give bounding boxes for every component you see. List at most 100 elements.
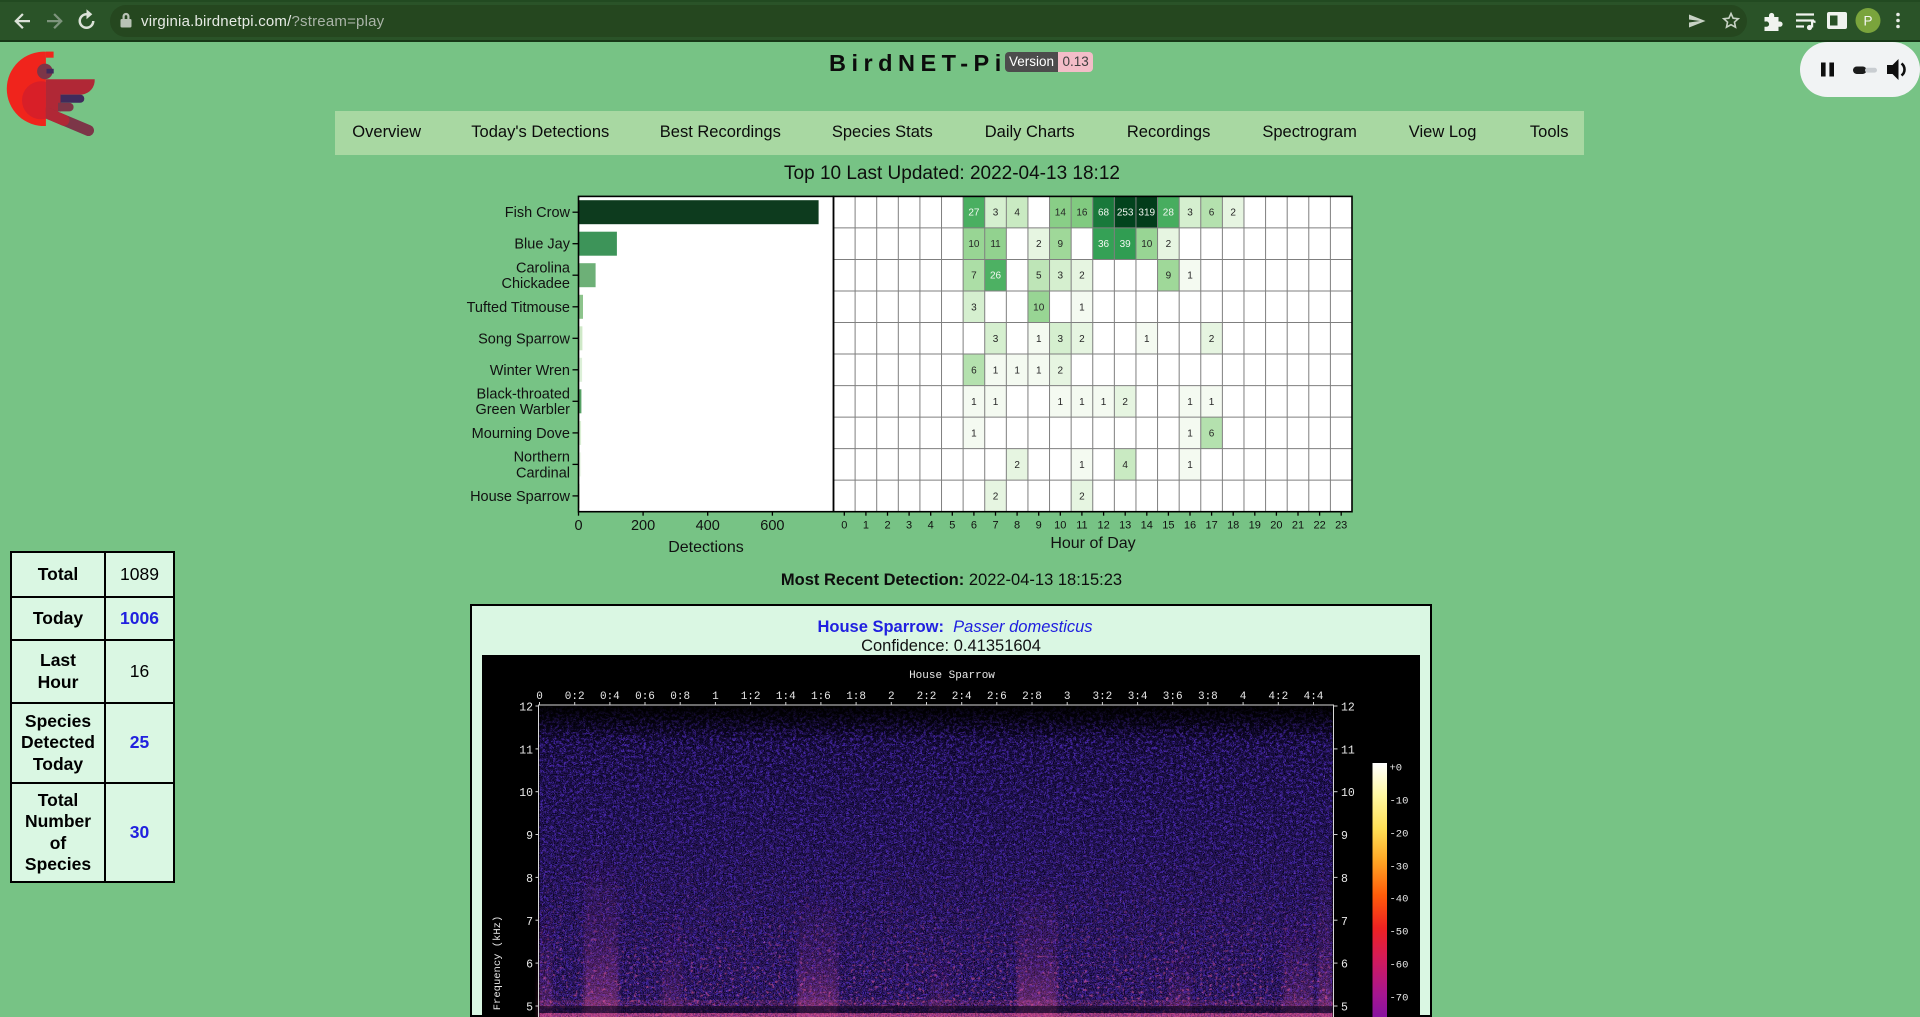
svg-text:1: 1 <box>863 520 869 532</box>
svg-text:1: 1 <box>971 397 977 408</box>
svg-text:10: 10 <box>1341 787 1355 800</box>
svg-text:3:4: 3:4 <box>1128 691 1148 703</box>
svg-text:-10: -10 <box>1390 796 1409 808</box>
svg-text:21: 21 <box>1292 520 1304 532</box>
svg-text:16: 16 <box>1184 520 1196 532</box>
svg-text:1:8: 1:8 <box>846 691 866 703</box>
svg-text:253: 253 <box>1117 208 1134 219</box>
svg-text:3: 3 <box>906 520 912 532</box>
svg-text:1: 1 <box>1209 397 1215 408</box>
svg-text:12: 12 <box>1097 520 1109 532</box>
svg-text:2: 2 <box>1058 365 1064 376</box>
svg-text:+0: +0 <box>1390 763 1403 775</box>
svg-text:1: 1 <box>1079 302 1085 313</box>
svg-text:Chickadee: Chickadee <box>501 276 570 292</box>
svg-text:1: 1 <box>712 691 719 703</box>
svg-text:-50: -50 <box>1390 927 1409 939</box>
svg-text:Carolina: Carolina <box>516 261 571 277</box>
svg-text:10: 10 <box>1033 302 1045 313</box>
svg-text:3: 3 <box>1187 208 1193 219</box>
svg-text:1: 1 <box>1036 334 1042 345</box>
svg-text:Northern: Northern <box>514 450 570 466</box>
svg-text:0:8: 0:8 <box>670 691 690 703</box>
svg-text:23: 23 <box>1335 520 1347 532</box>
svg-text:6: 6 <box>1209 208 1215 219</box>
svg-text:7: 7 <box>526 916 533 929</box>
svg-text:8: 8 <box>1014 520 1020 532</box>
svg-text:3:6: 3:6 <box>1163 691 1183 703</box>
svg-text:1: 1 <box>1101 397 1107 408</box>
svg-text:3:2: 3:2 <box>1092 691 1112 703</box>
svg-text:Detections: Detections <box>668 539 744 556</box>
svg-text:600: 600 <box>760 518 784 534</box>
svg-text:6: 6 <box>1341 959 1348 972</box>
svg-text:1: 1 <box>1187 397 1193 408</box>
svg-text:68: 68 <box>1098 208 1110 219</box>
svg-text:2: 2 <box>993 491 999 502</box>
svg-text:28: 28 <box>1163 208 1175 219</box>
svg-text:9: 9 <box>1166 271 1172 282</box>
svg-text:11: 11 <box>1076 520 1087 532</box>
svg-text:8: 8 <box>1341 873 1348 886</box>
svg-text:1: 1 <box>1058 397 1064 408</box>
svg-text:3: 3 <box>993 208 999 219</box>
svg-text:Top 10 Last Updated: 2022-04-1: Top 10 Last Updated: 2022-04-13 18:12 <box>784 163 1120 184</box>
svg-text:-70: -70 <box>1390 993 1409 1005</box>
svg-text:Blue Jay: Blue Jay <box>514 237 570 253</box>
svg-text:2: 2 <box>1079 491 1085 502</box>
svg-text:Fish Crow: Fish Crow <box>505 205 571 221</box>
svg-text:-40: -40 <box>1390 894 1409 906</box>
svg-text:11: 11 <box>1341 744 1355 757</box>
svg-text:400: 400 <box>696 518 720 534</box>
svg-text:2: 2 <box>888 691 895 703</box>
svg-text:-20: -20 <box>1390 829 1409 841</box>
svg-text:9: 9 <box>526 830 533 843</box>
svg-text:0: 0 <box>841 520 847 532</box>
svg-text:Song Sparrow: Song Sparrow <box>478 331 570 347</box>
svg-text:Black-throated: Black-throated <box>477 387 571 403</box>
svg-text:1: 1 <box>1036 365 1042 376</box>
svg-text:1: 1 <box>1014 365 1020 376</box>
svg-text:0:4: 0:4 <box>600 691 620 703</box>
svg-text:9: 9 <box>1036 520 1042 532</box>
svg-text:6: 6 <box>971 520 977 532</box>
svg-text:39: 39 <box>1120 239 1132 250</box>
svg-text:12: 12 <box>519 702 533 715</box>
svg-text:13: 13 <box>1119 520 1131 532</box>
svg-text:22: 22 <box>1313 520 1325 532</box>
svg-text:7: 7 <box>971 271 977 282</box>
svg-text:4: 4 <box>1240 691 1247 703</box>
svg-text:19: 19 <box>1249 520 1261 532</box>
svg-text:Tufted Titmouse: Tufted Titmouse <box>467 300 570 316</box>
svg-text:Cardinal: Cardinal <box>516 465 570 481</box>
svg-text:3: 3 <box>993 334 999 345</box>
svg-text:1: 1 <box>1144 334 1150 345</box>
svg-text:0:2: 0:2 <box>565 691 585 703</box>
svg-text:2: 2 <box>1014 460 1020 471</box>
svg-text:1:4: 1:4 <box>776 691 796 703</box>
svg-text:1: 1 <box>993 365 999 376</box>
svg-text:1:2: 1:2 <box>741 691 761 703</box>
svg-text:27: 27 <box>968 208 980 219</box>
svg-text:9: 9 <box>1058 239 1064 250</box>
svg-text:2: 2 <box>1036 239 1042 250</box>
svg-text:Mourning Dove: Mourning Dove <box>472 426 570 442</box>
svg-text:9: 9 <box>1341 830 1348 843</box>
svg-text:6: 6 <box>1209 428 1215 439</box>
svg-text:-30: -30 <box>1390 862 1409 874</box>
svg-text:1: 1 <box>971 428 977 439</box>
svg-text:Hour of Day: Hour of Day <box>1050 535 1135 552</box>
svg-text:6: 6 <box>526 959 533 972</box>
svg-text:2: 2 <box>1166 239 1172 250</box>
svg-text:14: 14 <box>1055 208 1067 219</box>
svg-text:3:8: 3:8 <box>1198 691 1218 703</box>
svg-text:2: 2 <box>1209 334 1215 345</box>
svg-text:200: 200 <box>631 518 655 534</box>
svg-text:12: 12 <box>1341 702 1355 715</box>
svg-text:4:2: 4:2 <box>1268 691 1288 703</box>
svg-text:2: 2 <box>1079 334 1085 345</box>
svg-text:11: 11 <box>990 239 1001 250</box>
svg-text:-60: -60 <box>1390 960 1409 972</box>
svg-text:10: 10 <box>519 787 533 800</box>
svg-text:1: 1 <box>1187 428 1193 439</box>
